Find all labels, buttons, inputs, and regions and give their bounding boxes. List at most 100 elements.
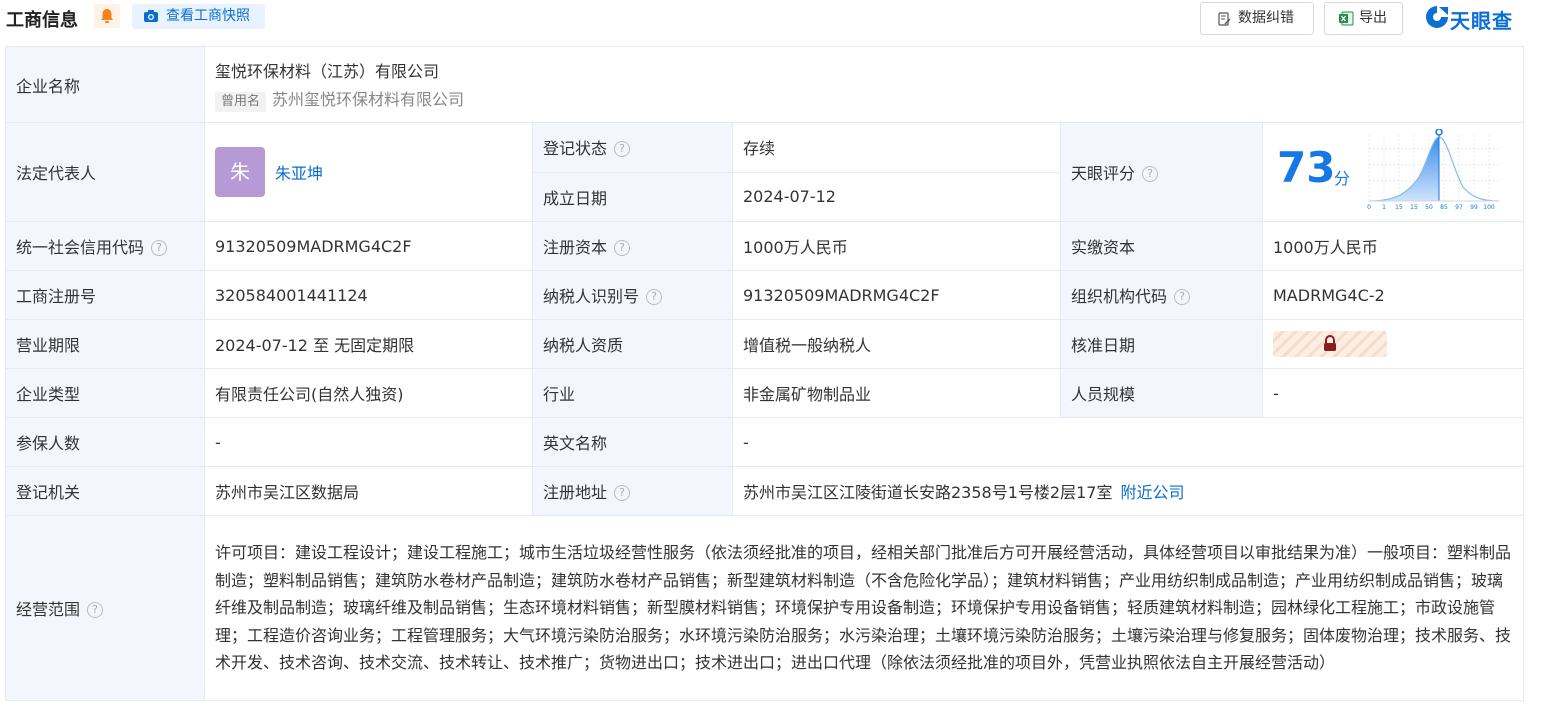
table-row: 统一社会信用代码? 91320509MADRMG4C2F 注册资本? 1000万…: [5, 221, 1525, 271]
taxpayer-id-label-cell: 纳税人识别号?: [532, 270, 733, 320]
address-value: 苏州市吴江区江陵街道长安路2358号1号楼2层17室: [743, 483, 1113, 502]
table-row: 法定代表人 朱朱亚坤 登记状态? 存续 天眼评分? 73 分 0 1 15 15…: [5, 122, 1525, 222]
score-value: 73: [1277, 143, 1336, 192]
export-label: 导出: [1359, 10, 1387, 26]
english-name-value: -: [731, 417, 1525, 467]
taxpayer-id-value: 91320509MADRMG4C2F: [732, 270, 1061, 320]
industry-label: 行业: [532, 368, 733, 418]
found-date-label: 成立日期: [532, 171, 733, 222]
legal-rep-cell: 朱朱亚坤: [204, 122, 533, 222]
status-value: 存续: [732, 122, 1061, 173]
status-label-cell: 登记状态?: [532, 122, 733, 173]
help-icon[interactable]: ?: [87, 602, 104, 618]
approve-date-cell: [1261, 319, 1525, 369]
insured-label: 参保人数: [5, 417, 205, 467]
type-value: 有限责任公司(自然人独资): [204, 368, 533, 418]
score-distribution-chart: 0 1 15 15 50 85 97 99 100: [1367, 129, 1500, 211]
company-name-cell: 玺悦环保材料（江苏）有限公司 曾用名 苏州玺悦环保材料有限公司: [203, 46, 1525, 123]
paid-capital-value: 1000万人民币: [1261, 221, 1525, 271]
company-name: 玺悦环保材料（江苏）有限公司: [215, 61, 440, 81]
table-row: 企业类型 有限责任公司(自然人独资) 行业 非金属矿物制品业 人员规模 -: [5, 368, 1525, 418]
staff-size-value: -: [1261, 368, 1525, 418]
help-icon[interactable]: ?: [1174, 289, 1191, 305]
reg-capital-label-cell: 注册资本?: [532, 221, 733, 271]
authority-value: 苏州市吴江区数据局: [204, 466, 533, 516]
status-label: 登记状态: [543, 139, 608, 159]
reg-capital-label: 注册资本: [543, 238, 608, 257]
type-label: 企业类型: [5, 368, 205, 418]
score-cell[interactable]: 73 分 0 1 15 15 50 85 97 99 100: [1261, 122, 1525, 222]
reg-no-label: 工商注册号: [5, 270, 205, 320]
approve-date-label: 核准日期: [1060, 319, 1263, 369]
scope-value: 许可项目：建设工程设计；建设工程施工；城市生活垃圾经营性服务（依法须经批准的项目…: [203, 515, 1525, 701]
scope-label: 经营范围: [16, 600, 81, 619]
org-code-value: MADRMG4C-2: [1261, 270, 1525, 320]
data-correction-button[interactable]: 数据纠错: [1200, 2, 1314, 35]
legal-rep-link[interactable]: 朱亚坤: [275, 164, 323, 183]
score-tick: 97: [1455, 204, 1463, 211]
table-row: 企业名称 玺悦环保材料（江苏）有限公司 曾用名 苏州玺悦环保材料有限公司: [5, 46, 1525, 123]
former-name-row: 曾用名 苏州玺悦环保材料有限公司: [215, 86, 1513, 112]
section-header: 工商信息 查看工商快照 数据纠错 导出 天眼查: [0, 0, 1561, 40]
business-info-table: 企业名称 玺悦环保材料（江苏）有限公司 曾用名 苏州玺悦环保材料有限公司 法定代表…: [5, 46, 1525, 701]
taxpayer-qual-value: 增值税一般纳税人: [732, 319, 1061, 369]
help-icon[interactable]: ?: [1142, 166, 1159, 182]
data-correction-label: 数据纠错: [1238, 10, 1294, 26]
help-icon[interactable]: ?: [614, 240, 631, 256]
credit-code-label: 统一社会信用代码: [16, 238, 145, 257]
insured-value: -: [204, 417, 533, 467]
help-icon[interactable]: ?: [614, 141, 631, 158]
credit-code-label-cell: 统一社会信用代码?: [5, 221, 205, 271]
view-snapshot-button[interactable]: 查看工商快照: [132, 4, 265, 29]
reg-capital-value: 1000万人民币: [732, 221, 1061, 271]
table-row: 工商注册号 320584001441124 纳税人识别号? 91320509MA…: [5, 270, 1525, 320]
score-tick: 50: [1425, 204, 1433, 211]
reg-no-value: 320584001441124: [204, 270, 533, 320]
authority-label: 登记机关: [5, 466, 205, 516]
help-icon[interactable]: ?: [614, 485, 631, 501]
credit-code-value: 91320509MADRMG4C2F: [204, 221, 533, 271]
taxpayer-qual-label: 纳税人资质: [532, 319, 733, 369]
company-name-label: 企业名称: [5, 46, 205, 123]
english-name-label: 英文名称: [532, 417, 733, 467]
legal-rep-label: 法定代表人: [5, 122, 205, 222]
logo-text: 天眼查: [1450, 9, 1513, 33]
org-code-label-cell: 组织机构代码?: [1060, 270, 1263, 320]
address-label: 注册地址: [543, 483, 608, 502]
org-code-label: 组织机构代码: [1071, 287, 1168, 306]
locked-value-button[interactable]: [1273, 331, 1387, 357]
score-tick: 0: [1367, 204, 1371, 211]
export-button[interactable]: 导出: [1324, 2, 1403, 35]
help-icon[interactable]: ?: [646, 289, 663, 305]
paid-capital-label: 实缴资本: [1060, 221, 1263, 271]
score-unit: 分: [1334, 169, 1351, 188]
found-date-value: 2024-07-12: [732, 171, 1061, 222]
taxpayer-id-label: 纳税人识别号: [543, 287, 640, 306]
score-tick: 15: [1395, 204, 1403, 211]
avatar: 朱: [215, 147, 265, 197]
scope-label-cell: 经营范围?: [5, 515, 205, 701]
address-cell: 苏州市吴江区江陵街道长安路2358号1号楼2层17室 附近公司: [731, 466, 1525, 516]
view-snapshot-label: 查看工商快照: [166, 8, 250, 24]
nearby-companies-link[interactable]: 附近公司: [1120, 483, 1184, 502]
table-row: 经营范围? 许可项目：建设工程设计；建设工程施工；城市生活垃圾经营性服务（依法须…: [5, 515, 1525, 701]
help-icon[interactable]: ?: [151, 240, 168, 256]
former-name-tag: 曾用名: [215, 91, 267, 112]
monitor-bell-button[interactable]: [94, 4, 120, 28]
section-title: 工商信息: [6, 10, 78, 31]
term-label: 营业期限: [5, 319, 205, 369]
table-row: 登记机关 苏州市吴江区数据局 注册地址? 苏州市吴江区江陵街道长安路2358号1…: [5, 466, 1525, 516]
table-row: 参保人数 - 英文名称 -: [5, 417, 1525, 467]
former-name: 苏州玺悦环保材料有限公司: [272, 89, 465, 109]
industry-value: 非金属矿物制品业: [732, 368, 1061, 418]
score-label: 天眼评分: [1071, 164, 1136, 183]
address-label-cell: 注册地址?: [532, 466, 733, 516]
staff-size-label: 人员规模: [1060, 368, 1263, 418]
score-tick: 99: [1470, 204, 1478, 211]
score-label-cell: 天眼评分?: [1060, 122, 1263, 222]
score-tick: 1: [1382, 204, 1386, 211]
score-tick: 15: [1410, 204, 1418, 211]
table-row: 营业期限 2024-07-12 至 无固定期限 纳税人资质 增值税一般纳税人 核…: [5, 319, 1525, 369]
score-tick: 100: [1483, 204, 1495, 211]
term-value: 2024-07-12 至 无固定期限: [204, 319, 533, 369]
